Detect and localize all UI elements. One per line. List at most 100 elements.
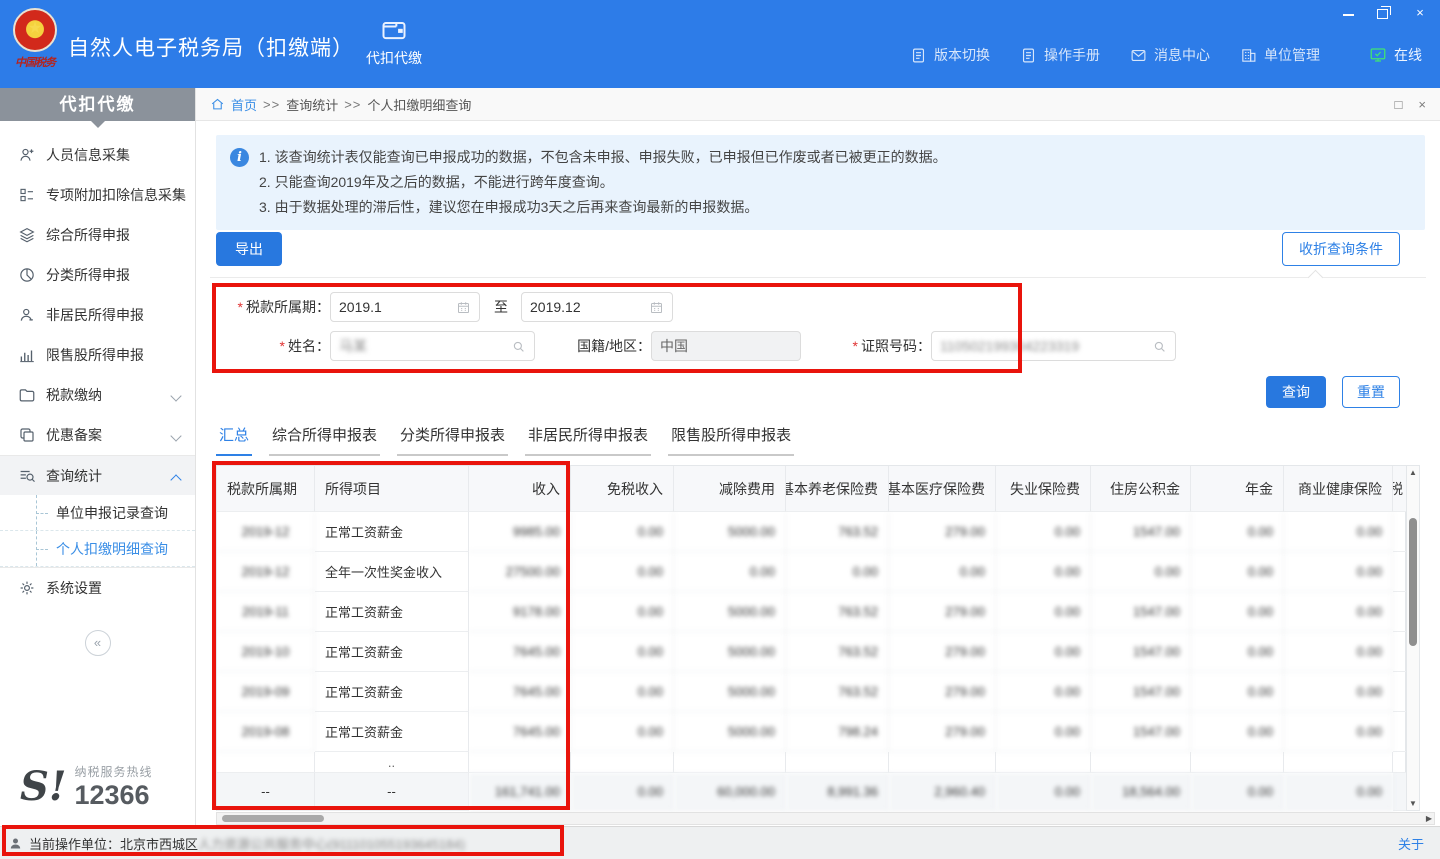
table-cell: 0.00 — [571, 712, 674, 752]
table-cell: 0.00 — [571, 552, 674, 592]
layers-icon — [18, 226, 36, 244]
search-icon[interactable] — [1152, 339, 1167, 354]
sidebar: 代扣代缴 人员信息采集专项附加扣除信息采集综合所得申报分类所得申报非居民所得申报… — [0, 88, 196, 826]
scroll-up-icon[interactable]: ▲ — [1407, 466, 1419, 479]
tab-item[interactable]: 非居民所得申报表 — [525, 424, 651, 456]
minimize-icon[interactable] — [1340, 5, 1356, 19]
result-tabs: 汇总综合所得申报表分类所得申报表非居民所得申报表限售股所得申报表 — [216, 424, 794, 456]
table-cell: 0.00 — [1284, 672, 1393, 712]
app-header: × 中国税务 自然人电子税务局（扣缴端） 代扣代缴 版本切换操作手册消息中心单位… — [0, 0, 1440, 88]
filter-actions: 查询 重置 — [1266, 376, 1400, 408]
chevron-down-icon — [171, 430, 181, 440]
restore-icon[interactable] — [1376, 5, 1392, 19]
export-button[interactable]: 导出 — [216, 232, 282, 266]
sidebar-item[interactable]: 分类所得申报 — [0, 255, 195, 295]
table-cell — [571, 752, 674, 773]
pane-popout-icon[interactable]: □ — [1395, 97, 1403, 112]
notice-panel: i 1. 该查询统计表仅能查询已申报成功的数据，不包含未申报、申报失败，已申报但… — [216, 135, 1425, 230]
tab-item[interactable]: 分类所得申报表 — [397, 424, 508, 456]
sidebar-item[interactable]: 系统设置 — [0, 568, 195, 608]
pane-close-icon[interactable]: × — [1418, 97, 1426, 112]
table-row: ----161,741.000.0060,000.008,991.362,960… — [217, 773, 1405, 811]
search-icon[interactable] — [511, 339, 526, 354]
folder-icon — [18, 386, 36, 404]
notice-lines: 1. 该查询统计表仅能查询已申报成功的数据，不包含未申报、申报失败，已申报但已作… — [259, 145, 947, 220]
sidebar-collapse-button[interactable]: « — [85, 630, 111, 656]
hotline-label: 纳税服务热线 — [74, 763, 152, 780]
result-table: 税款所属期所得项目收入免税收入减除费用基本养老保险费基本医疗保险费失业保险费住房… — [216, 465, 1406, 811]
table-cell: 正常工资薪金 — [315, 632, 469, 672]
name-label: *姓名： — [196, 336, 330, 356]
collapse-filters-button[interactable]: 收折查询条件 — [1282, 232, 1400, 266]
tab-item[interactable]: 限售股所得申报表 — [668, 424, 794, 456]
about-link[interactable]: 关于 — [1398, 834, 1424, 853]
sidebar-subitem[interactable]: 单位申报记录查询 — [0, 495, 195, 531]
table-cell: 所得项目 — [315, 466, 469, 512]
table-cell: 7645.00 — [469, 632, 571, 672]
sidebar-menu: 人员信息采集专项附加扣除信息采集综合所得申报分类所得申报非居民所得申报限售股所得… — [0, 121, 195, 608]
document-icon — [1020, 47, 1037, 64]
app-window: × 中国税务 自然人电子税务局（扣缴端） 代扣代缴 版本切换操作手册消息中心单位… — [0, 0, 1440, 859]
table-header-row: 税款所属期所得项目收入免税收入减除费用基本养老保险费基本医疗保险费失业保险费住房… — [217, 466, 1405, 512]
filter-divider — [210, 277, 1426, 278]
period-from-input[interactable]: 2019.1 — [330, 292, 480, 322]
nav-tab-withholding[interactable]: 代扣代缴 — [348, 16, 440, 68]
sidebar-item[interactable]: 限售股所得申报 — [0, 335, 195, 375]
sidebar-item[interactable]: 人员信息采集 — [0, 135, 195, 175]
tab-item[interactable]: 综合所得申报表 — [269, 424, 380, 456]
sidebar-item-label: 非居民所得申报 — [46, 305, 144, 325]
header-link[interactable]: 单位管理 — [1240, 45, 1320, 65]
filter-row-period: *税款所属期： 2019.1 至 2019.12 — [196, 292, 673, 322]
table-cell: 2019-12 — [217, 552, 315, 592]
breadcrumb-item: 查询统计 — [286, 95, 338, 114]
header-link[interactable]: 操作手册 — [1020, 45, 1100, 65]
breadcrumb-home[interactable]: 首页 — [231, 95, 257, 114]
sidebar-item[interactable]: 专项附加扣除信息采集 — [0, 175, 195, 215]
table-cell: 0.00 — [571, 632, 674, 672]
nationality-label: 国籍/地区： — [555, 336, 651, 356]
table-cell: 0.00 — [1284, 512, 1393, 552]
table-cell: 0.00 — [674, 552, 786, 592]
name-input[interactable]: 马某 — [330, 331, 535, 361]
table-cell: 763.52 — [786, 672, 889, 712]
table-cell: 161,741.00 — [469, 773, 571, 811]
tab-active[interactable]: 汇总 — [216, 424, 252, 456]
sidebar-subitem[interactable]: 个人扣缴明细查询 — [0, 531, 195, 567]
vertical-scroll-thumb[interactable] — [1409, 518, 1417, 646]
sidebar-collapse-wrap: « — [0, 630, 195, 656]
table-cell: 税款所属期 — [217, 466, 315, 512]
table-cell: 2,960.40 — [889, 773, 996, 811]
period-to-input[interactable]: 2019.12 — [521, 292, 673, 322]
close-icon[interactable]: × — [1412, 5, 1428, 19]
sidebar-item[interactable]: 查询统计 — [0, 455, 195, 495]
scroll-down-icon[interactable]: ▼ — [1407, 797, 1419, 810]
table-cell: 0.00 — [1284, 712, 1393, 752]
status-bar: 当前操作单位： 北京市西城区 人力资源公共服务中心(91110105519364… — [0, 826, 1440, 859]
id-number-input[interactable]: 110502199304223319 — [931, 331, 1176, 361]
table-cell: 763.52 — [786, 632, 889, 672]
header-quick-links: 版本切换 操作手册 消息中心 单位管理 — [910, 45, 1320, 65]
scroll-right-icon[interactable]: ▶ — [1426, 813, 1432, 825]
horizontal-scrollbar[interactable]: ▶ — [216, 812, 1435, 825]
table-cell: 基本养老保险费 — [786, 466, 889, 512]
table-cell: 7645.00 — [469, 712, 571, 752]
query-button[interactable]: 查询 — [1266, 376, 1326, 408]
calendar-icon[interactable] — [456, 300, 471, 315]
header-link[interactable]: 消息中心 — [1130, 45, 1210, 65]
horizontal-scroll-thumb[interactable] — [222, 815, 324, 822]
sidebar-item-label: 优惠备案 — [46, 425, 102, 445]
breadcrumb-separator: >> — [263, 97, 280, 112]
breadcrumb: 首页 >> 查询统计 >> 个人扣缴明细查询 □ × — [196, 88, 1440, 121]
vertical-scrollbar[interactable]: ▲ ▼ — [1406, 465, 1420, 811]
table-row: 2019-09正常工资薪金7645.000.005000.00763.52279… — [217, 672, 1405, 712]
sidebar-item[interactable]: 综合所得申报 — [0, 215, 195, 255]
reset-button[interactable]: 重置 — [1342, 376, 1400, 408]
calendar-icon[interactable] — [649, 300, 664, 315]
bar-chart-icon — [18, 346, 36, 364]
sidebar-item[interactable]: 税款缴纳 — [0, 375, 195, 415]
header-link[interactable]: 版本切换 — [910, 45, 990, 65]
period-to-word: 至 — [494, 297, 508, 317]
sidebar-item[interactable]: 优惠备案 — [0, 415, 195, 455]
sidebar-item[interactable]: 非居民所得申报 — [0, 295, 195, 335]
table-cell: 失业保险费 — [996, 466, 1091, 512]
